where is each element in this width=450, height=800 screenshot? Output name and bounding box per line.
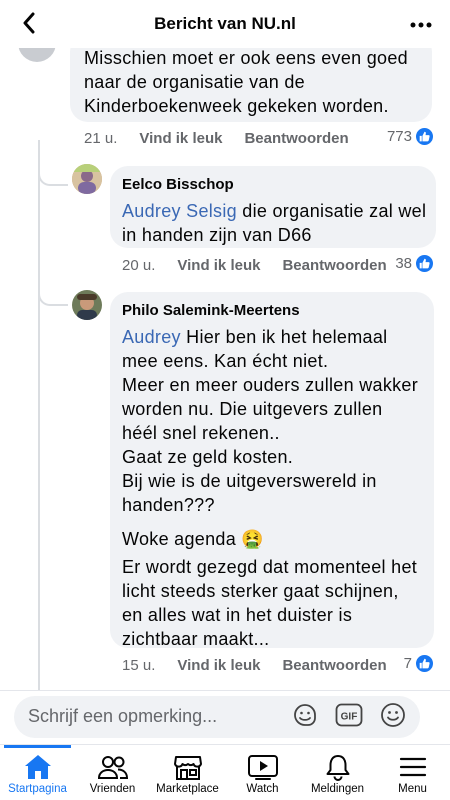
comment-text-line: worden nu. Die uitgevers zullen	[122, 399, 383, 419]
tab-marketplace[interactable]: Marketplace	[150, 745, 225, 800]
comment-text-line: Misschien moet er ook eens even goed	[84, 48, 408, 68]
comment-input[interactable]	[28, 706, 278, 727]
tab-watch[interactable]: Watch	[225, 745, 300, 800]
avatar[interactable]	[72, 164, 102, 194]
friends-icon	[97, 751, 129, 783]
mention-link[interactable]: Audrey	[122, 327, 181, 347]
emoji-button[interactable]	[378, 702, 408, 732]
reaction-count[interactable]: 38	[395, 254, 434, 273]
reaction-number: 7	[403, 655, 412, 672]
comment-text: die organisatie zal wel	[236, 201, 427, 221]
comment-text-line: en alles wat in het duister is	[122, 605, 353, 625]
tab-label: Meldingen	[310, 783, 365, 795]
reply-button[interactable]: Beantwoorden	[282, 657, 386, 674]
sticker-button[interactable]	[290, 702, 320, 732]
comment-text-line: naar de organisatie van de	[84, 72, 305, 92]
comment-time: 21 u.	[84, 129, 118, 147]
tab-label: Startpagina	[8, 783, 67, 795]
reaction-number: 773	[386, 128, 412, 145]
comment-text: Hier ben ik het helemaal	[180, 327, 388, 347]
bottom-nav: Startpagina Vrienden Marketplace Watch M…	[0, 744, 450, 800]
like-button[interactable]: Vind ik leuk	[139, 130, 222, 147]
comment-actions: 15 u. Vind ik leuk Beantwoorden	[122, 654, 409, 676]
tab-friends[interactable]: Vrienden	[75, 745, 150, 800]
tab-label: Watch	[246, 783, 279, 795]
like-button[interactable]: Vind ik leuk	[177, 257, 260, 274]
comment-text-line: Kinderboekenweek gekeken worden.	[84, 96, 389, 116]
comment-text-line: zichtbaar maakt...	[122, 629, 270, 649]
mention-link[interactable]: Audrey Selsig	[122, 201, 237, 221]
comment-text-line: Er wordt gezegd dat momenteel het	[122, 557, 418, 577]
comment-text-line: handen???	[122, 495, 215, 515]
reply-button[interactable]: Beantwoorden	[282, 257, 386, 274]
comment-bubble[interactable]: Eelco Bisschop Audrey Selsig die organis…	[110, 166, 436, 248]
watch-icon	[247, 751, 279, 783]
reaction-count[interactable]: 7	[404, 654, 434, 673]
thumbs-up-icon	[415, 254, 434, 273]
reply-connector	[38, 290, 68, 306]
comment-bubble[interactable]: Philo Salemink-Meertens Audrey Hier ben …	[110, 292, 434, 649]
comment-actions: 20 u. Vind ik leuk Beantwoorden	[122, 254, 409, 276]
gif-icon: GIF	[335, 703, 363, 732]
emoji-icon	[380, 702, 406, 733]
home-icon	[23, 751, 53, 783]
comment-text-line: héél snel rekenen..	[122, 423, 280, 443]
reaction-number: 38	[395, 255, 412, 272]
tab-label: Vrienden	[89, 783, 136, 795]
like-button[interactable]: Vind ik leuk	[177, 657, 260, 674]
page-title: Bericht van NU.nl	[154, 14, 296, 33]
reaction-count[interactable]: 773	[387, 127, 434, 146]
more-dots-icon	[410, 15, 432, 33]
comment-actions: 21 u. Vind ik leuk Beantwoorden	[84, 127, 371, 149]
tab-notifications[interactable]: Meldingen	[300, 745, 375, 800]
comment-text-line: Gaat ze geld kosten.	[122, 447, 294, 467]
reply-button[interactable]: Beantwoorden	[244, 130, 348, 147]
comment-text-line: Bij wie is de uitgeverswereld in	[122, 471, 377, 491]
comment-thread: Misschien moet er ook eens even goed naa…	[0, 0, 450, 690]
thumbs-up-icon	[415, 127, 434, 146]
comment-time: 15 u.	[122, 656, 156, 674]
sticker-icon	[292, 702, 318, 733]
top-bar: Bericht van NU.nl	[0, 0, 450, 48]
gif-button[interactable]: GIF	[334, 702, 364, 732]
comment-text-line: mee eens. Kan écht niet.	[122, 351, 329, 371]
tab-label: Menu	[398, 783, 427, 795]
thread-line	[38, 140, 40, 690]
tab-label: Marketplace	[156, 783, 219, 795]
comment-composer: GIF	[0, 690, 450, 744]
reply-connector	[38, 170, 68, 186]
composer-box[interactable]: GIF	[14, 696, 420, 738]
comment-text-line: licht steeds sterker gaat schijnen,	[122, 581, 399, 601]
marketplace-icon	[173, 751, 203, 783]
menu-icon	[399, 751, 427, 783]
comment-text-line: Woke agenda 🤮	[122, 529, 265, 549]
more-options-button[interactable]	[406, 12, 436, 36]
thumbs-up-icon	[415, 654, 434, 673]
bell-icon	[324, 751, 352, 783]
avatar[interactable]	[72, 290, 102, 320]
comment-author[interactable]: Eelco Bisschop	[122, 175, 426, 195]
tab-home[interactable]: Startpagina	[0, 745, 75, 800]
svg-text:GIF: GIF	[341, 711, 358, 722]
comment-time: 20 u.	[122, 256, 156, 274]
comment-text-line: Meer en meer ouders zullen wakker	[122, 375, 419, 395]
comment-text-line: in handen zijn van D66	[122, 225, 312, 245]
tab-menu[interactable]: Menu	[375, 745, 450, 800]
comment-author[interactable]: Philo Salemink-Meertens	[122, 301, 418, 321]
